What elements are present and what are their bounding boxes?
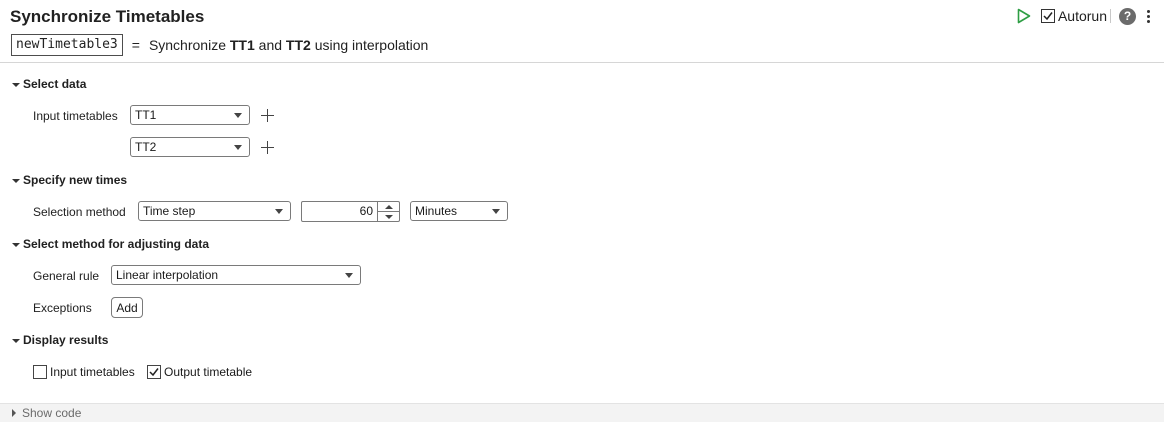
- checkmark-icon: [1043, 12, 1053, 21]
- selection-method-dropdown[interactable]: Time step: [138, 201, 291, 221]
- code-footer-bar: [0, 403, 1164, 422]
- run-button[interactable]: [1015, 7, 1033, 25]
- checkbox-label: Input timetables: [50, 365, 135, 379]
- input-timetables-checkbox[interactable]: Input timetables: [33, 365, 135, 379]
- section-select-data[interactable]: Select data: [12, 77, 86, 91]
- play-icon: [1017, 8, 1031, 24]
- collapse-arrow-icon: [12, 82, 20, 87]
- help-icon[interactable]: ?: [1119, 7, 1136, 25]
- dropdown-value: Minutes: [415, 204, 458, 218]
- spinner-up-button[interactable]: [378, 202, 399, 212]
- summary-suffix: using interpolation: [314, 37, 429, 53]
- add-input-plus-icon[interactable]: [261, 141, 274, 154]
- section-display-results[interactable]: Display results: [12, 333, 108, 347]
- chevron-down-icon: [492, 209, 500, 214]
- section-title: Specify new times: [23, 173, 128, 187]
- show-code-label: Show code: [22, 406, 82, 420]
- chevron-down-icon: [234, 145, 242, 150]
- collapse-arrow-icon: [12, 242, 20, 247]
- summary-and: and: [258, 37, 283, 53]
- expand-arrow-icon: [12, 409, 16, 417]
- toolbar-divider: [1110, 9, 1111, 23]
- task-summary: newTimetable3 = Synchronize TT1 and TT2 …: [11, 34, 428, 56]
- header-divider: [0, 62, 1164, 63]
- autorun-check-box: [1040, 9, 1055, 23]
- chevron-down-icon: [345, 273, 353, 278]
- output-variable-name[interactable]: newTimetable3: [11, 34, 123, 56]
- section-title: Select method for adjusting data: [23, 237, 210, 251]
- arrow-up-icon: [384, 204, 393, 209]
- collapse-arrow-icon: [12, 178, 20, 183]
- timetable-dropdown-1[interactable]: TT1: [130, 105, 250, 125]
- chevron-down-icon: [275, 209, 283, 214]
- task-title: Synchronize Timetables: [10, 7, 205, 26]
- exceptions-label: Exceptions: [33, 301, 92, 315]
- time-step-spinner[interactable]: 60: [301, 201, 400, 222]
- summary-tt1: TT1: [229, 37, 255, 53]
- checkmark-icon: [149, 368, 159, 377]
- autorun-label: Autorun: [1057, 8, 1107, 24]
- checkbox-box: [147, 365, 161, 379]
- selection-method-label: Selection method: [33, 205, 126, 219]
- summary-prefix: Synchronize: [148, 37, 226, 53]
- dropdown-value: Time step: [143, 204, 196, 218]
- checkbox-box: [33, 365, 47, 379]
- collapse-arrow-icon: [12, 338, 20, 343]
- section-title: Select data: [23, 77, 87, 91]
- more-options-icon[interactable]: [1146, 9, 1150, 24]
- input-timetables-label: Input timetables: [33, 109, 118, 123]
- dropdown-value: Linear interpolation: [116, 268, 219, 282]
- show-code-toggle[interactable]: Show code: [12, 406, 81, 420]
- section-new-times[interactable]: Specify new times: [12, 173, 127, 187]
- time-unit-dropdown[interactable]: Minutes: [410, 201, 508, 221]
- general-rule-dropdown[interactable]: Linear interpolation: [111, 265, 361, 285]
- equals-sign: =: [131, 37, 140, 53]
- autorun-checkbox[interactable]: Autorun: [1040, 8, 1107, 24]
- section-adjust-method[interactable]: Select method for adjusting data: [12, 237, 209, 251]
- checkbox-label: Output timetable: [164, 365, 253, 379]
- time-step-value[interactable]: 60: [302, 202, 378, 221]
- output-timetable-checkbox[interactable]: Output timetable: [147, 365, 252, 379]
- timetable-dropdown-2[interactable]: TT2: [130, 137, 250, 157]
- add-exception-button[interactable]: Add: [111, 297, 143, 318]
- dropdown-value: TT2: [135, 140, 157, 154]
- chevron-down-icon: [234, 113, 242, 118]
- arrow-down-icon: [384, 214, 393, 219]
- summary-tt2: TT2: [285, 37, 311, 53]
- general-rule-label: General rule: [33, 269, 100, 283]
- spinner-down-button[interactable]: [378, 212, 399, 221]
- dropdown-value: TT1: [135, 108, 157, 122]
- add-input-plus-icon[interactable]: [261, 109, 274, 122]
- section-title: Display results: [23, 333, 109, 347]
- toolbar: Autorun ?: [1015, 5, 1150, 27]
